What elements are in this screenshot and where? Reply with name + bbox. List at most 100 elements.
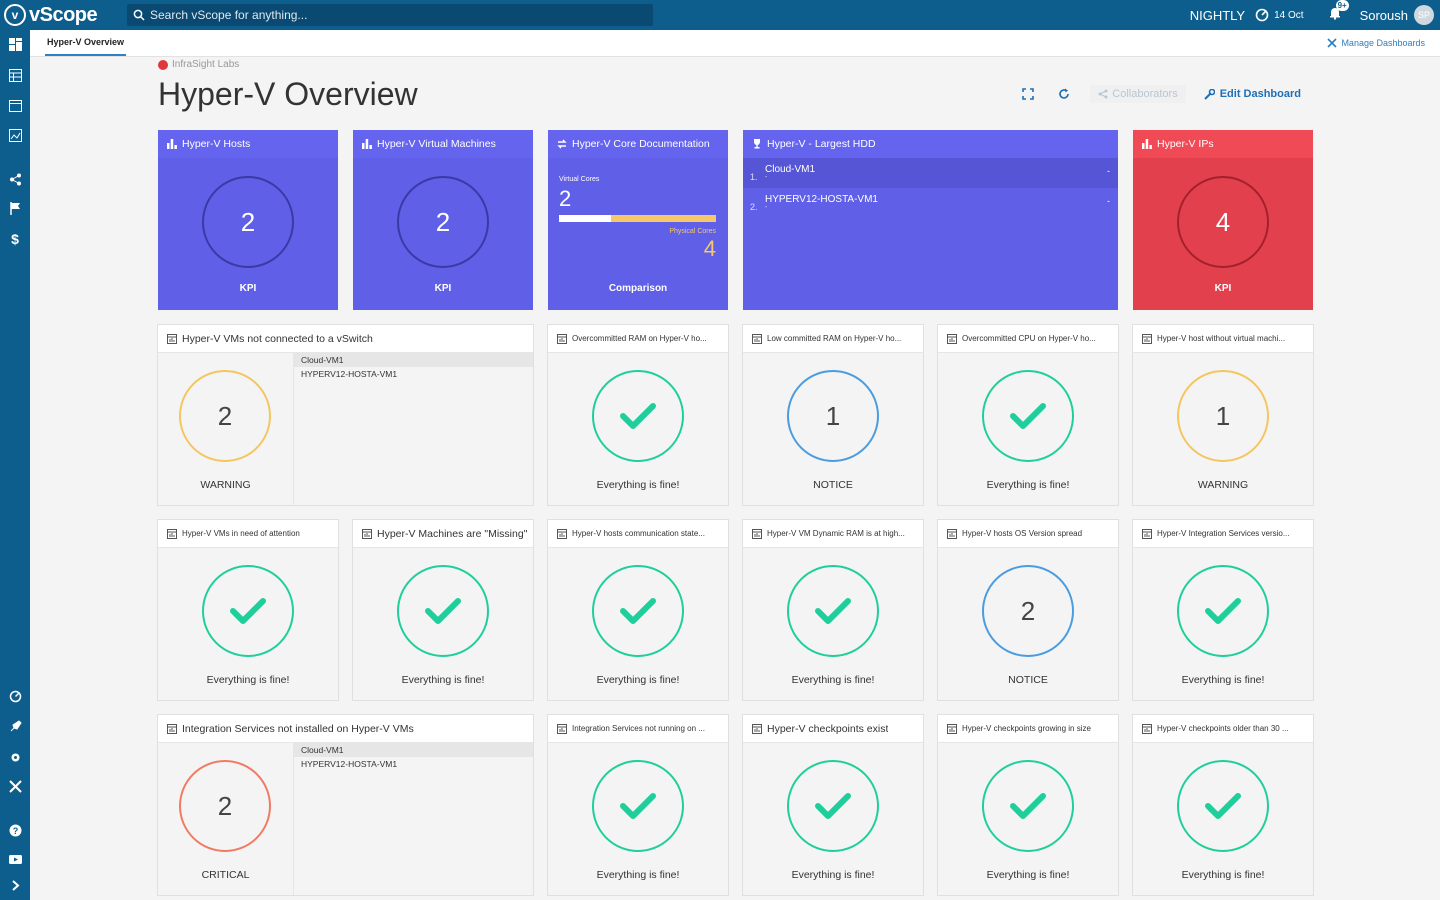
- list-item[interactable]: Cloud-VM1: [294, 743, 533, 757]
- status-label: WARNING: [1197, 479, 1249, 491]
- widget-integration-services-not-running-on[interactable]: Integration Services not running on ... E…: [548, 715, 728, 895]
- sidebar-discovery-icon[interactable]: [6, 687, 24, 705]
- sidebar-calendar-icon[interactable]: [6, 96, 24, 114]
- widget-hyper-v-checkpoints-growing-in-size[interactable]: Hyper-V checkpoints growing in size Every…: [938, 715, 1118, 895]
- list-item[interactable]: HYPERV12-HOSTA-VM1: [294, 367, 533, 381]
- status-label: CRITICAL: [201, 869, 250, 881]
- comparison-icon: [557, 139, 567, 149]
- widget-title: Hyper-V host without virtual machi...: [1157, 334, 1286, 343]
- checkmark-icon: [815, 598, 851, 624]
- kpi-label: KPI: [1214, 283, 1232, 294]
- widget-hyperv-core-documentation[interactable]: Hyper-V Core Documentation Virtual Cores…: [548, 130, 728, 310]
- sidebar-dashboards-icon[interactable]: [6, 35, 24, 53]
- widget-hyper-v-machines-are-missing[interactable]: Hyper-V Machines are "Missing" Everything…: [353, 520, 533, 700]
- widget-title: Low committed RAM on Hyper-V ho...: [767, 334, 902, 343]
- status-count-circle: 2: [179, 370, 271, 462]
- checkmark-icon: [1205, 598, 1241, 624]
- widget-header: Hyper-V Machines are "Missing": [353, 520, 533, 548]
- user-name[interactable]: Soroush: [1360, 8, 1408, 23]
- list-item[interactable]: Cloud-VM1: [294, 353, 533, 367]
- widget-title: Overcommitted RAM on Hyper-V ho...: [572, 334, 707, 343]
- widget-hyper-v-checkpoints-older-than-30[interactable]: Hyper-V checkpoints older than 30 ... Eve…: [1133, 715, 1313, 895]
- widget-low-committed-ram-on-hyper-v-ho[interactable]: Low committed RAM on Hyper-V ho... 1 NOTIC…: [743, 325, 923, 505]
- widget-overcommitted-ram-on-hyper-v-ho[interactable]: Overcommitted RAM on Hyper-V ho... Everyt…: [548, 325, 728, 505]
- search-icon: [133, 9, 145, 21]
- widget-hyperv-virtual-machines[interactable]: Hyper-V Virtual Machines 2 KPI: [353, 130, 533, 310]
- list-item[interactable]: HYPERV12-HOSTA-VM1: [294, 757, 533, 771]
- status-label: Everything is fine!: [206, 674, 290, 686]
- widget-hyper-v-vm-dynamic-ram-is-at-high[interactable]: Hyper-V VM Dynamic RAM is at high... Ever…: [743, 520, 923, 700]
- widget-title: Hyper-V hosts communication state...: [572, 529, 705, 538]
- widget-hyper-v-vms-in-need-of-attention[interactable]: Hyper-V VMs in need of attention Everythi…: [158, 520, 338, 700]
- widget-hyperv-largest-hdd[interactable]: Hyper-V - Largest HDD 1. Cloud-VM1 - - 2…: [743, 130, 1118, 310]
- sidebar-video-icon[interactable]: [6, 850, 24, 868]
- edit-dashboard-button[interactable]: Edit Dashboard: [1203, 88, 1301, 100]
- sidebar-tools-icon[interactable]: [6, 777, 24, 795]
- widget-hyperv-hosts[interactable]: Hyper-V Hosts 2 KPI: [158, 130, 338, 310]
- discovery-icon[interactable]: [1255, 8, 1269, 22]
- status-label: Everything is fine!: [1181, 869, 1265, 881]
- widget-hyper-v-checkpoints-exist[interactable]: Hyper-V checkpoints exist Everything is f…: [743, 715, 923, 895]
- manage-dashboards-link[interactable]: Manage Dashboards: [1327, 38, 1425, 48]
- widget-header: Hyper-V VMs in need of attention: [158, 520, 338, 548]
- widget-hyper-v-vms-not-connected-to-a-vswitch[interactable]: Hyper-V VMs not connected to a vSwitch 2 W…: [158, 325, 533, 505]
- widget-header: Hyper-V Virtual Machines: [353, 130, 533, 158]
- status-count-circle: 1: [787, 370, 879, 462]
- kpi-value: 2: [397, 176, 489, 268]
- status-label: Everything is fine!: [986, 869, 1070, 881]
- widget-title: Integration Services not installed on Hy…: [182, 722, 414, 735]
- widget-header: Hyper-V checkpoints growing in size: [938, 715, 1118, 743]
- discovery-date: 14 Oct: [1274, 9, 1304, 21]
- comparison-bar-fill: [559, 215, 611, 222]
- widget-title: Hyper-V checkpoints exist: [767, 722, 889, 735]
- checkmark-icon: [1010, 403, 1046, 429]
- status-ok-circle: [1177, 760, 1269, 852]
- checkmark-icon: [425, 598, 461, 624]
- sidebar-flag-icon[interactable]: [6, 199, 24, 217]
- search-input[interactable]: [150, 8, 630, 22]
- status-ok-circle: [787, 760, 879, 852]
- notifications-button[interactable]: 9+: [1328, 0, 1349, 25]
- sidebar-expand-icon[interactable]: [6, 876, 24, 894]
- widget-hyper-v-integration-services-versio[interactable]: Hyper-V Integration Services versio... Ev…: [1133, 520, 1313, 700]
- widget-hyper-v-hosts-os-version-spread[interactable]: Hyper-V hosts OS Version spread 2 NOTICE: [938, 520, 1118, 700]
- table-icon: [1142, 333, 1152, 344]
- status-count-circle: 2: [982, 565, 1074, 657]
- collaborators-label: Collaborators: [1112, 88, 1178, 100]
- fullscreen-button[interactable]: [1020, 86, 1036, 102]
- widget-overcommitted-cpu-on-hyper-v-ho[interactable]: Overcommitted CPU on Hyper-V ho... Everyt…: [938, 325, 1118, 505]
- widget-header: Hyper-V hosts communication state...: [548, 520, 728, 548]
- widget-integration-services-not-installed-on-hyper-v-vms[interactable]: Integration Services not installed on Hy…: [158, 715, 533, 895]
- widget-header: Overcommitted CPU on Hyper-V ho...: [938, 325, 1118, 353]
- widget-hyperv-ips[interactable]: Hyper-V IPs 4 KPI: [1133, 130, 1313, 310]
- avatar[interactable]: SP: [1414, 5, 1434, 25]
- sidebar-share-icon[interactable]: [6, 170, 24, 188]
- widget-header: Hyper-V checkpoints exist: [743, 715, 923, 743]
- status-label: Everything is fine!: [596, 869, 680, 881]
- search-box[interactable]: [127, 4, 653, 26]
- edit-dashboard-label: Edit Dashboard: [1219, 88, 1301, 100]
- sidebar-settings-icon[interactable]: [6, 748, 24, 766]
- status-ok-circle: [202, 565, 294, 657]
- widget-title: Hyper-V VMs in need of attention: [182, 529, 300, 538]
- refresh-icon: [1059, 88, 1070, 99]
- status-label: NOTICE: [1008, 674, 1048, 686]
- sidebar-reports-icon[interactable]: [6, 126, 24, 144]
- widget-title: Hyper-V Virtual Machines: [377, 138, 496, 150]
- vscope-logo[interactable]: v vScope: [4, 4, 98, 26]
- refresh-button[interactable]: [1056, 86, 1072, 102]
- tab-hyper-v-overview[interactable]: Hyper-V Overview: [45, 30, 127, 56]
- sidebar-deploy-icon[interactable]: [6, 717, 24, 735]
- sidebar-help-icon[interactable]: ?: [6, 821, 24, 839]
- widget-hyper-v-host-without-virtual-machi[interactable]: Hyper-V host without virtual machi... 1 WA…: [1133, 325, 1313, 505]
- list-item[interactable]: 2. HYPERV12-HOSTA-VM1 - -: [743, 188, 1118, 218]
- environment-label[interactable]: NIGHTLY: [1190, 8, 1245, 23]
- widget-hyper-v-hosts-communication-state[interactable]: Hyper-V hosts communication state... Ever…: [548, 520, 728, 700]
- sidebar-tables-icon[interactable]: [6, 66, 24, 84]
- widget-header: Hyper-V hosts OS Version spread: [938, 520, 1118, 548]
- list-item[interactable]: 1. Cloud-VM1 - -: [743, 158, 1118, 188]
- sidebar-cost-icon[interactable]: $: [6, 230, 24, 248]
- status-label: WARNING: [200, 479, 251, 491]
- table-icon: [557, 333, 567, 344]
- collaborators-button[interactable]: Collaborators: [1090, 85, 1186, 103]
